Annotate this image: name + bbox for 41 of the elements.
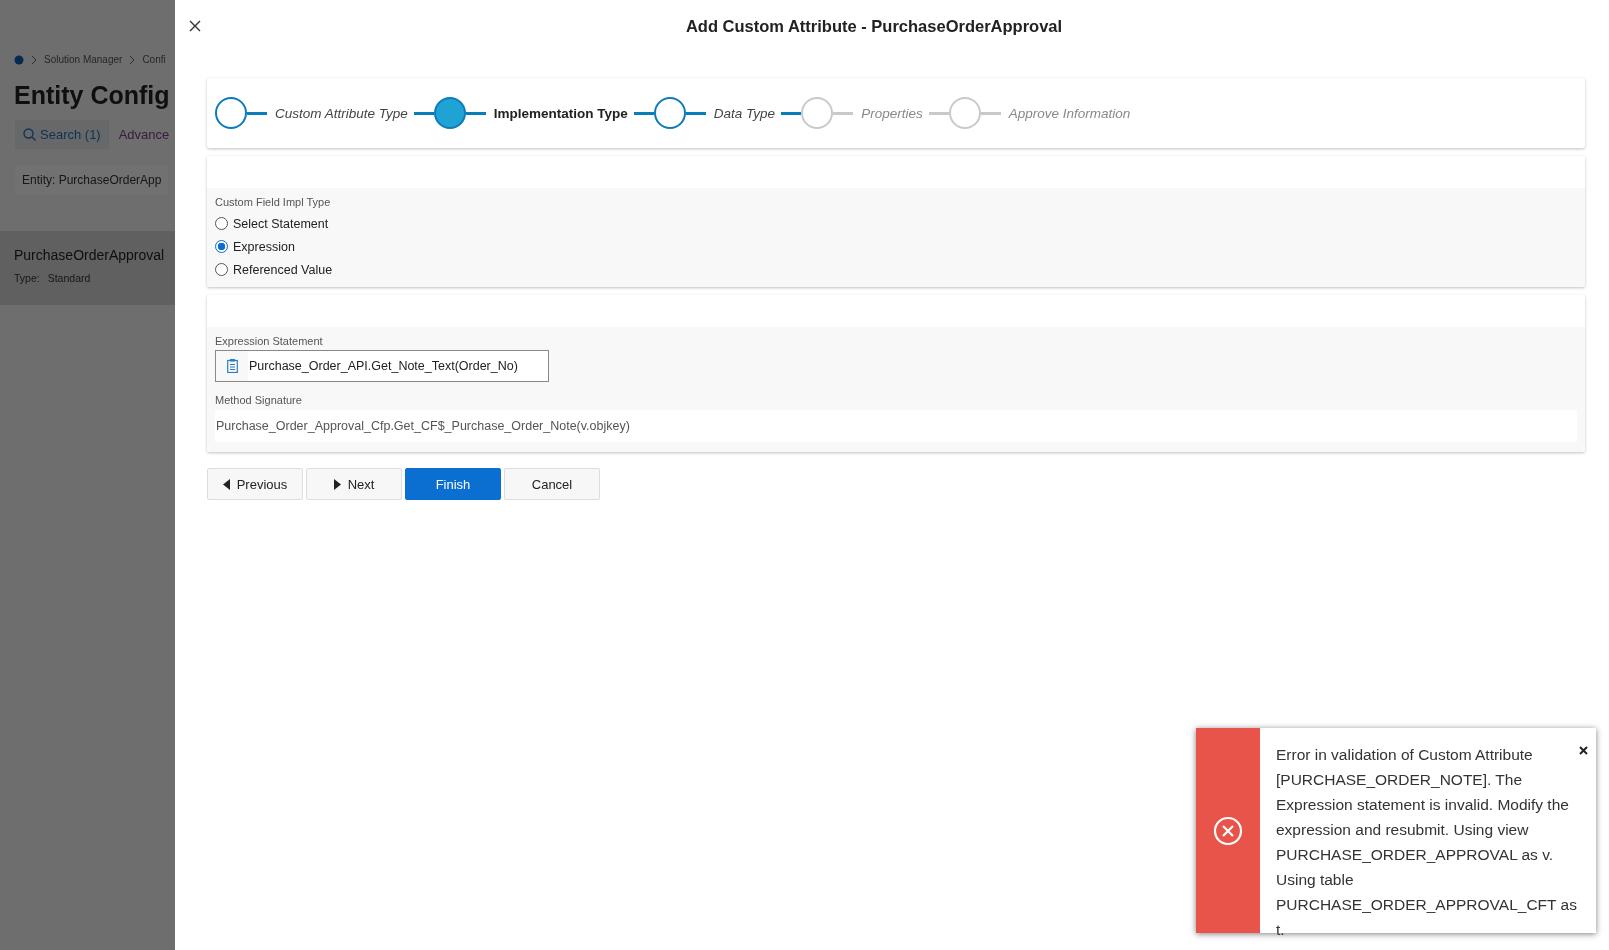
field-label: Expression Statement <box>215 335 324 347</box>
field-label: Method Signature <box>215 394 303 406</box>
radio-button[interactable] <box>215 240 228 253</box>
step-label: Implementation Type <box>493 105 628 121</box>
close-icon <box>189 20 201 32</box>
record-name: PurchaseOrderApproval <box>14 247 166 263</box>
step-circle[interactable] <box>653 97 686 129</box>
document-icon <box>226 359 238 373</box>
step-label: Approve Information <box>1008 105 1131 121</box>
close-button[interactable] <box>187 18 203 34</box>
previous-button[interactable]: Previous <box>207 468 303 500</box>
cancel-button[interactable]: Cancel <box>504 468 600 500</box>
type-label: Type: <box>14 272 40 284</box>
type-value: Standard <box>47 272 91 284</box>
radio-button[interactable] <box>215 217 228 230</box>
toast-message: Error in validation of Custom Attribute [PURCHASE_ORDER_NOTE]. The Expression statement is invalid. Modify the expression and resubmit. Using view PURCHASE_ORDER_APPROVAL as v. Using table PURCHASE_ORDER_APPROVAL_CFT as t. <box>1275 745 1578 933</box>
close-button[interactable] <box>1579 746 1588 755</box>
expression-field[interactable]: Purchase_Order_API.Get_Note_Text(Order_No) <box>215 350 549 382</box>
step-circle[interactable] <box>433 97 466 129</box>
caret-right-icon <box>333 478 341 490</box>
close-icon <box>1579 746 1588 755</box>
home-icon <box>14 54 24 65</box>
chevron-icon <box>30 54 38 65</box>
radio-label[interactable]: Expression <box>233 239 295 254</box>
step-label: Properties <box>861 105 923 121</box>
signature-text: Purchase_Order_Approval_Cfp.Get_CF$_Purchase_Order_Note(v.objkey) <box>215 410 1577 442</box>
search-icon <box>23 128 36 141</box>
radio-button[interactable] <box>215 263 228 276</box>
next-button[interactable]: Next <box>306 468 402 500</box>
chevron-icon <box>128 54 137 65</box>
dialog-title: Add Custom Attribute - PurchaseOrderApproval <box>684 16 1064 36</box>
step-label: Data Type <box>713 105 776 121</box>
step-circle[interactable] <box>215 97 247 129</box>
finish-button[interactable]: Finish <box>405 468 501 500</box>
step-label: Custom Attribute Type <box>275 105 408 121</box>
field-label: Custom Field Impl Type <box>215 196 332 208</box>
caret-left-icon <box>222 478 230 490</box>
page-title: Entity Config <box>14 81 171 110</box>
radio-label[interactable]: Referenced Value <box>233 262 333 277</box>
radio-label[interactable]: Select Statement <box>233 216 329 231</box>
error-icon <box>1213 815 1243 846</box>
